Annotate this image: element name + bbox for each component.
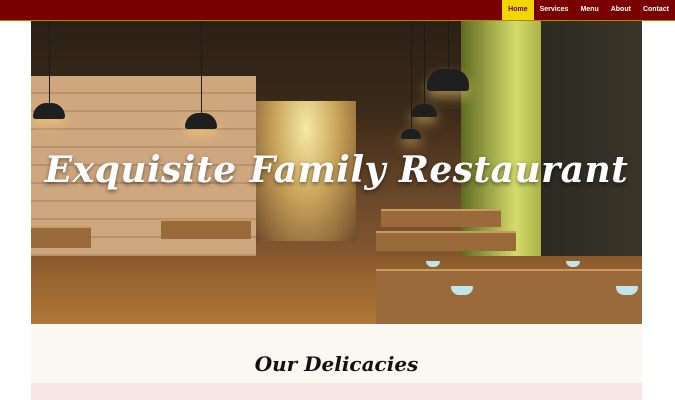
nav-about[interactable]: About	[605, 0, 637, 20]
nav-home[interactable]: Home	[502, 0, 534, 20]
top-navbar: Home Services Menu About Contact	[0, 0, 675, 21]
pendant-lamp-icon	[411, 104, 437, 117]
lamp-cord	[448, 21, 449, 71]
dining-table	[31, 226, 91, 248]
lamp-cord	[411, 21, 412, 131]
dining-table	[381, 209, 501, 227]
section-title: Our Delicacies	[254, 352, 419, 376]
pendant-lamp-icon	[33, 103, 65, 119]
nav-menu[interactable]: Menu	[574, 0, 604, 20]
dining-table	[161, 219, 251, 239]
nav-contact[interactable]: Contact	[637, 0, 675, 20]
lamp-cord	[201, 21, 202, 116]
nav-services[interactable]: Services	[534, 0, 575, 20]
delicacies-section: Our Delicacies	[31, 324, 642, 384]
hero-title: Exquisite Family Restaurant	[44, 149, 629, 191]
lamp-cord	[424, 21, 425, 106]
pendant-lamp-icon	[427, 69, 469, 91]
dining-table	[376, 231, 516, 251]
dining-table	[376, 269, 642, 324]
hero-image: Exquisite Family Restaurant	[31, 21, 642, 324]
main-nav: Home Services Menu About Contact	[502, 0, 675, 20]
content-strip	[31, 383, 642, 400]
pendant-lamp-icon	[185, 113, 217, 129]
pendant-lamp-icon	[401, 129, 421, 139]
lamp-cord	[49, 21, 50, 106]
